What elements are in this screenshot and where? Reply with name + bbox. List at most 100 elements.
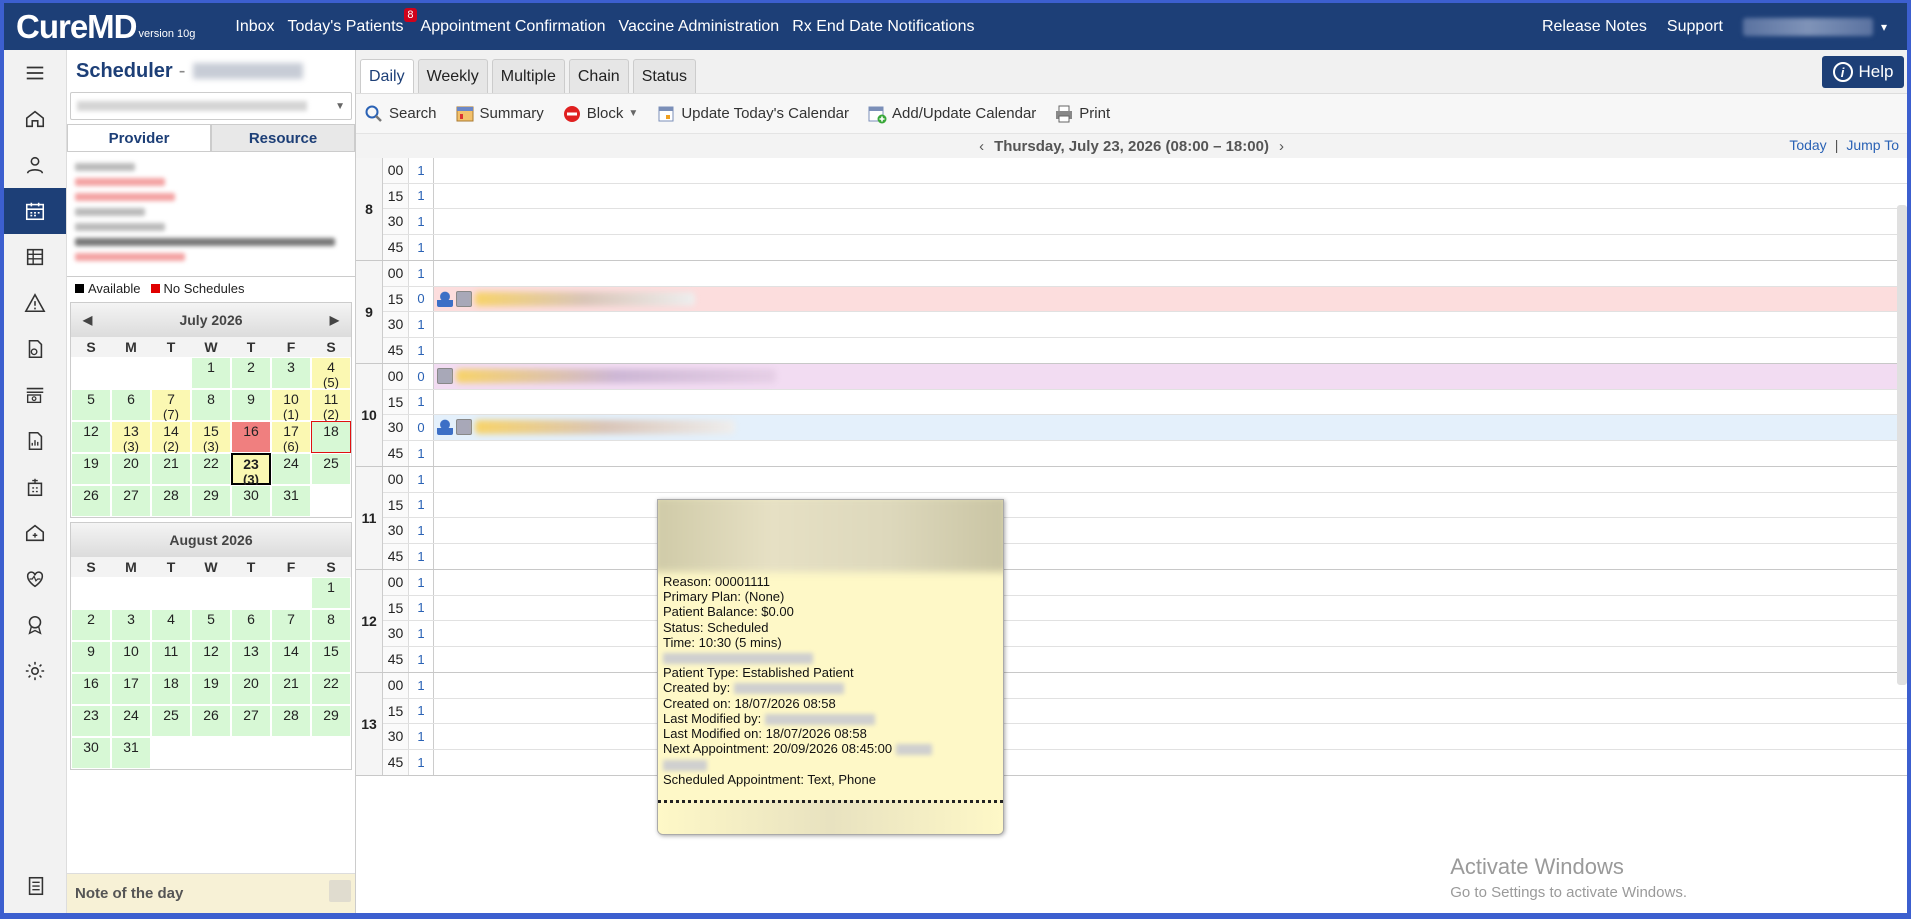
slot-capacity[interactable]: 1 bbox=[409, 749, 434, 775]
calendar-day[interactable]: 20 bbox=[231, 673, 271, 705]
provider-item[interactable] bbox=[75, 208, 145, 216]
time-slot[interactable]: 00 1 bbox=[383, 673, 1907, 699]
slot-capacity[interactable]: 1 bbox=[409, 543, 434, 569]
summary-button[interactable]: Summary bbox=[455, 104, 544, 124]
nav-support[interactable]: Support bbox=[1667, 18, 1723, 36]
billing-document-icon[interactable] bbox=[4, 326, 66, 372]
time-slot[interactable]: 45 1 bbox=[383, 234, 1907, 261]
calendar-day[interactable]: 30 bbox=[231, 485, 271, 517]
calendar-day[interactable]: 7 bbox=[271, 609, 311, 641]
time-slot[interactable]: 00 0 bbox=[383, 364, 1907, 390]
time-slot[interactable]: 15 1 bbox=[383, 698, 1907, 724]
time-slot[interactable]: 00 1 bbox=[383, 261, 1907, 287]
calendar-day[interactable]: 14 bbox=[271, 641, 311, 673]
prev-month-icon[interactable]: ◀ bbox=[83, 313, 92, 327]
nav-todays-patients[interactable]: Today's Patients 8 bbox=[288, 7, 417, 36]
appointment-entry[interactable] bbox=[437, 290, 695, 307]
menu-toggle-icon[interactable] bbox=[4, 50, 66, 96]
calendar-day[interactable]: 1 bbox=[311, 577, 351, 609]
home-health-icon[interactable] bbox=[4, 510, 66, 556]
calendar-day[interactable]: 21 bbox=[151, 453, 191, 485]
tab-provider[interactable]: Provider bbox=[67, 124, 211, 151]
slot-appointment-area[interactable] bbox=[434, 518, 1907, 543]
update-todays-calendar-button[interactable]: Update Today's Calendar bbox=[656, 104, 849, 124]
help-button[interactable]: i Help bbox=[1822, 56, 1904, 88]
calendar-day[interactable]: 12 bbox=[191, 641, 231, 673]
calendar-day[interactable]: 9 bbox=[71, 641, 111, 673]
calendar-day[interactable]: 28 bbox=[271, 705, 311, 737]
calendar-day[interactable]: 30 bbox=[71, 737, 111, 769]
time-slot[interactable]: 00 1 bbox=[383, 570, 1907, 596]
calendar-day[interactable]: 4 bbox=[151, 609, 191, 641]
curemd-logo[interactable]: CureMD version 10g bbox=[16, 9, 195, 44]
time-slot[interactable]: 15 0 bbox=[383, 286, 1907, 312]
slot-appointment-area[interactable] bbox=[434, 596, 1907, 621]
time-slot[interactable]: 00 1 bbox=[383, 467, 1907, 493]
provider-item[interactable] bbox=[75, 253, 185, 261]
calendar-day[interactable]: 10 (1) bbox=[271, 389, 311, 422]
slot-capacity[interactable]: 1 bbox=[409, 492, 434, 517]
note-of-the-day[interactable]: Note of the day bbox=[67, 873, 355, 913]
payments-icon[interactable] bbox=[4, 372, 66, 418]
calendar-day[interactable]: 8 bbox=[191, 389, 231, 421]
time-slot[interactable]: 45 1 bbox=[383, 440, 1907, 466]
calendar-day[interactable]: 31 bbox=[111, 737, 151, 769]
slot-capacity[interactable]: 1 bbox=[409, 595, 434, 620]
calendar-day[interactable]: 3 bbox=[111, 609, 151, 641]
calendar-day[interactable]: 25 bbox=[151, 705, 191, 737]
time-slot[interactable]: 15 1 bbox=[383, 492, 1907, 518]
calendar-day[interactable]: 26 bbox=[71, 485, 111, 517]
calendar-day[interactable]: 5 bbox=[191, 609, 231, 641]
calendar-day[interactable]: 3 bbox=[271, 357, 311, 389]
slot-capacity[interactable]: 1 bbox=[409, 518, 434, 543]
user-menu-caret-icon[interactable]: ▾ bbox=[1881, 20, 1887, 34]
next-day-icon[interactable]: › bbox=[1279, 138, 1284, 155]
nav-inbox[interactable]: Inbox bbox=[235, 18, 274, 36]
calendar-day[interactable]: 19 bbox=[71, 453, 111, 485]
time-slot[interactable]: 15 1 bbox=[383, 389, 1907, 415]
calendar-day[interactable]: 1 bbox=[191, 357, 231, 389]
time-slot[interactable]: 45 1 bbox=[383, 646, 1907, 672]
slot-capacity[interactable]: 0 bbox=[409, 286, 434, 311]
calendar-day[interactable]: 24 bbox=[271, 453, 311, 485]
tab-multiple[interactable]: Multiple bbox=[491, 59, 565, 93]
calendar-day[interactable]: 24 bbox=[111, 705, 151, 737]
calendar-day[interactable]: 29 bbox=[311, 705, 351, 737]
slot-capacity[interactable]: 1 bbox=[409, 337, 434, 363]
calendar-day[interactable]: 26 bbox=[191, 705, 231, 737]
calendar-day[interactable]: 25 bbox=[311, 453, 351, 485]
slot-capacity[interactable]: 1 bbox=[409, 440, 434, 466]
jump-to-link[interactable]: Jump To bbox=[1846, 137, 1899, 153]
slot-appointment-area[interactable] bbox=[434, 312, 1907, 337]
nav-appointment-confirmation[interactable]: Appointment Confirmation bbox=[421, 18, 606, 36]
slot-capacity[interactable]: 1 bbox=[409, 389, 434, 414]
slot-appointment-area[interactable] bbox=[434, 390, 1907, 415]
calendar-day[interactable]: 7 (7) bbox=[151, 389, 191, 422]
prev-day-icon[interactable]: ‹ bbox=[979, 138, 984, 155]
calendar-day[interactable]: 16 bbox=[231, 421, 271, 453]
save-note-icon[interactable] bbox=[329, 880, 351, 902]
calendar-day[interactable]: 11 bbox=[151, 641, 191, 673]
slot-appointment-area[interactable] bbox=[434, 158, 1907, 183]
slot-appointment-area[interactable] bbox=[434, 467, 1907, 492]
calendar-day[interactable]: 16 bbox=[71, 673, 111, 705]
tab-chain[interactable]: Chain bbox=[568, 59, 629, 93]
slot-appointment-area[interactable] bbox=[434, 750, 1907, 776]
calendar-day[interactable]: 23 (3) bbox=[231, 453, 271, 487]
calendar-day[interactable]: 2 bbox=[231, 357, 271, 389]
slot-appointment-area[interactable] bbox=[434, 673, 1907, 698]
calendar-day[interactable]: 20 bbox=[111, 453, 151, 485]
tab-status[interactable]: Status bbox=[632, 59, 697, 93]
next-month-icon[interactable]: ▶ bbox=[330, 313, 339, 327]
slot-appointment-area[interactable] bbox=[434, 493, 1907, 518]
grid-list-icon[interactable] bbox=[4, 234, 66, 280]
slot-appointment-area[interactable] bbox=[434, 544, 1907, 570]
slot-capacity[interactable]: 1 bbox=[409, 158, 434, 183]
slot-appointment-area[interactable] bbox=[434, 235, 1907, 261]
slot-appointment-area[interactable] bbox=[434, 209, 1907, 234]
appointment-entry[interactable] bbox=[437, 368, 776, 384]
slot-capacity[interactable]: 1 bbox=[409, 183, 434, 208]
calendar-day[interactable]: 4 (5) bbox=[311, 357, 351, 390]
time-slot[interactable]: 30 1 bbox=[383, 209, 1907, 235]
provider-item[interactable] bbox=[75, 193, 175, 201]
